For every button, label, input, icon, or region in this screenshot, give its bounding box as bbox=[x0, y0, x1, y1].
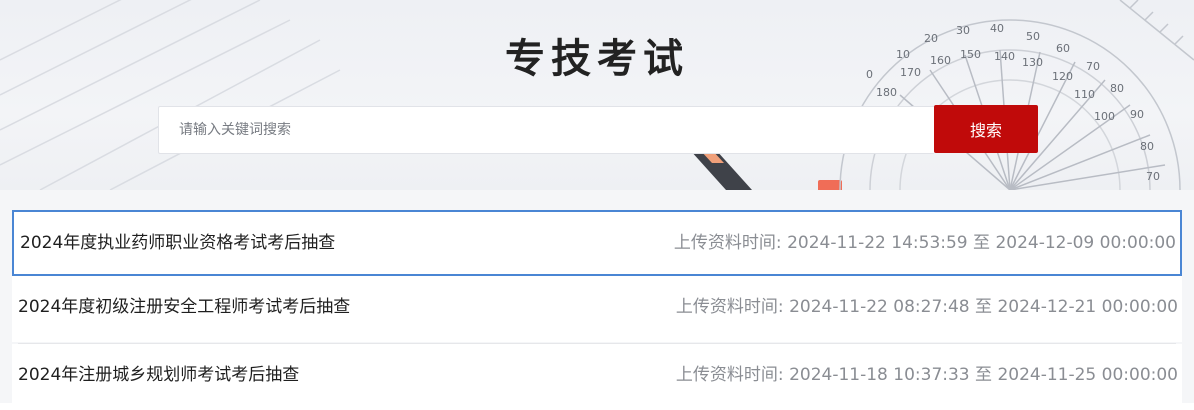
svg-text:80: 80 bbox=[1140, 140, 1154, 153]
list-item-card: 2024年度初级注册安全工程师考试考后抽查 上传资料时间: 2024-11-22… bbox=[12, 276, 1182, 342]
list-item-title[interactable]: 2024年度初级注册安全工程师考试考后抽查 bbox=[18, 276, 350, 338]
svg-text:70: 70 bbox=[1146, 170, 1160, 183]
upload-time-separator: 至 bbox=[973, 233, 991, 253]
list-item-upload-time: 上传资料时间: 2024-11-22 08:27:48 至 2024-12-21… bbox=[676, 276, 1178, 338]
list-item-title[interactable]: 2024年注册城乡规划师考试考后抽查 bbox=[18, 344, 299, 406]
page-title: 专技考试 bbox=[505, 36, 689, 82]
search-box bbox=[158, 106, 934, 154]
header-banner: 0 10 20 30 40 50 60 70 80 90 80 70 180 1… bbox=[0, 0, 1194, 190]
list-item[interactable]: 2024年注册城乡规划师考试考后抽查 上传资料时间: 2024-11-18 10… bbox=[0, 344, 1194, 410]
search-input[interactable] bbox=[159, 107, 934, 153]
list-item[interactable]: 2024年度初级注册安全工程师考试考后抽查 上传资料时间: 2024-11-22… bbox=[0, 276, 1194, 342]
upload-time-end: 2024-12-21 00:00:00 bbox=[997, 297, 1178, 317]
list-item-upload-time: 上传资料时间: 2024-11-18 10:37:33 至 2024-11-25… bbox=[676, 344, 1178, 406]
exam-list: 2024年度执业药师职业资格考试考后抽查 上传资料时间: 2024-11-22 … bbox=[0, 190, 1194, 410]
search-button[interactable]: 搜索 bbox=[934, 105, 1038, 153]
svg-text:100: 100 bbox=[1094, 110, 1115, 123]
list-item-upload-time: 上传资料时间: 2024-11-22 14:53:59 至 2024-12-09… bbox=[674, 212, 1176, 274]
upload-time-start: 2024-11-22 14:53:59 bbox=[787, 233, 968, 253]
upload-time-start: 2024-11-22 08:27:48 bbox=[789, 297, 970, 317]
upload-time-start: 2024-11-18 10:37:33 bbox=[789, 365, 970, 385]
upload-time-end: 2024-11-25 00:00:00 bbox=[997, 365, 1178, 385]
list-item-card: 2024年度执业药师职业资格考试考后抽查 上传资料时间: 2024-11-22 … bbox=[12, 210, 1182, 276]
list-item-card: 2024年注册城乡规划师考试考后抽查 上传资料时间: 2024-11-18 10… bbox=[12, 344, 1182, 410]
upload-time-label: 上传资料时间: bbox=[673, 233, 782, 253]
list-item[interactable]: 2024年度执业药师职业资格考试考后抽查 上传资料时间: 2024-11-22 … bbox=[0, 210, 1194, 276]
svg-text:180: 180 bbox=[876, 86, 897, 99]
upload-time-separator: 至 bbox=[975, 297, 993, 317]
upload-time-label: 上传资料时间: bbox=[675, 297, 784, 317]
svg-text:110: 110 bbox=[1074, 88, 1095, 101]
upload-time-end: 2024-12-09 00:00:00 bbox=[995, 233, 1176, 253]
upload-time-label: 上传资料时间: bbox=[675, 365, 784, 385]
upload-time-separator: 至 bbox=[975, 365, 993, 385]
list-item-title[interactable]: 2024年度执业药师职业资格考试考后抽查 bbox=[20, 212, 335, 274]
svg-text:90: 90 bbox=[1130, 108, 1144, 121]
